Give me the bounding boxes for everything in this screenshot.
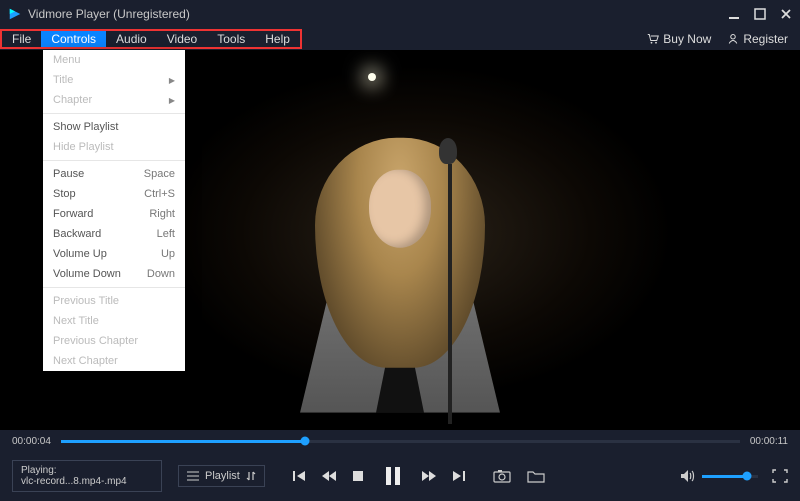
- menu-item-label: Next Chapter: [53, 355, 118, 367]
- menu-item-volume-down[interactable]: Volume Down Down: [43, 264, 185, 284]
- stop-button[interactable]: [351, 469, 365, 483]
- seek-bar[interactable]: [61, 440, 740, 443]
- menu-item-volume-up[interactable]: Volume Up Up: [43, 244, 185, 264]
- menubar-highlight-box: FileControlsAudioVideoToolsHelp: [0, 29, 302, 49]
- menu-item-label: Previous Chapter: [53, 335, 138, 347]
- menu-item-shortcut: Left: [157, 228, 175, 240]
- buy-now-button[interactable]: Buy Now: [647, 32, 711, 46]
- menu-item-previous-chapter: Previous Chapter: [43, 331, 185, 351]
- register-label: Register: [743, 32, 788, 46]
- menu-separator: [43, 113, 185, 114]
- cart-icon: [647, 33, 659, 45]
- sort-icon: [246, 471, 256, 481]
- chevron-right-icon: ▶: [169, 76, 175, 85]
- speaker-icon[interactable]: [680, 469, 696, 483]
- skip-next-button[interactable]: [451, 468, 467, 484]
- menu-item-pause[interactable]: Pause Space: [43, 164, 185, 184]
- menu-item-shortcut: Space: [144, 168, 175, 180]
- menu-item-label: Chapter: [53, 94, 92, 106]
- menu-item-label: Menu: [53, 54, 81, 66]
- open-file-button[interactable]: [527, 469, 545, 483]
- menu-file[interactable]: File: [2, 31, 41, 47]
- app-title: Vidmore Player (Unregistered): [28, 7, 728, 21]
- close-button[interactable]: [780, 8, 792, 20]
- menu-item-shortcut: Right: [149, 208, 175, 220]
- menu-separator: [43, 287, 185, 288]
- menu-item-shortcut: Down: [147, 268, 175, 280]
- controls-dropdown: Menu Title ▶ Chapter ▶ Show Playlist Hide Play…: [43, 50, 185, 371]
- controls-row: Playing: vlc-record...8.mp4-.mp4 Playlis…: [0, 452, 800, 500]
- playlist-label: Playlist: [205, 470, 240, 482]
- volume-slider[interactable]: [702, 475, 758, 478]
- menubar: FileControlsAudioVideoToolsHelp Buy Now …: [0, 28, 800, 50]
- menu-item-hide-playlist: Hide Playlist: [43, 137, 185, 157]
- menu-help[interactable]: Help: [255, 31, 300, 47]
- list-icon: [187, 471, 199, 481]
- menu-item-label: Forward: [53, 208, 93, 220]
- titlebar: Vidmore Player (Unregistered): [0, 0, 800, 28]
- fullscreen-button[interactable]: [772, 469, 788, 483]
- skip-prev-button[interactable]: [291, 468, 307, 484]
- menu-controls[interactable]: Controls: [41, 31, 106, 47]
- menu-item-shortcut: Ctrl+S: [144, 188, 175, 200]
- menu-item-menu: Menu: [43, 50, 185, 70]
- buy-now-label: Buy Now: [663, 32, 711, 46]
- transport-controls: [291, 462, 467, 490]
- snapshot-button[interactable]: [493, 469, 511, 483]
- maximize-button[interactable]: [754, 8, 766, 20]
- menu-video[interactable]: Video: [157, 31, 207, 47]
- fast-forward-button[interactable]: [421, 468, 437, 484]
- menu-item-label: Title: [53, 74, 73, 86]
- progress-row: 00:00:04 00:00:11: [0, 430, 800, 452]
- menu-item-title: Title ▶: [43, 70, 185, 90]
- menu-audio[interactable]: Audio: [106, 31, 157, 47]
- menu-item-label: Show Playlist: [53, 121, 118, 133]
- now-playing-filename: vlc-record...8.mp4-.mp4: [21, 476, 153, 487]
- menu-item-stop[interactable]: Stop Ctrl+S: [43, 184, 185, 204]
- time-current: 00:00:04: [12, 436, 51, 447]
- menu-item-previous-title: Previous Title: [43, 291, 185, 311]
- menu-tools[interactable]: Tools: [207, 31, 255, 47]
- now-playing-box: Playing: vlc-record...8.mp4-.mp4: [12, 460, 162, 492]
- menu-separator: [43, 160, 185, 161]
- menu-item-label: Pause: [53, 168, 84, 180]
- chevron-right-icon: ▶: [169, 96, 175, 105]
- minimize-button[interactable]: [728, 8, 740, 20]
- menu-item-label: Volume Down: [53, 268, 121, 280]
- menu-item-backward[interactable]: Backward Left: [43, 224, 185, 244]
- menu-item-label: Backward: [53, 228, 101, 240]
- pause-button[interactable]: [379, 462, 407, 490]
- menu-item-show-playlist[interactable]: Show Playlist: [43, 117, 185, 137]
- app-logo-icon: [8, 7, 22, 21]
- register-button[interactable]: Register: [727, 32, 788, 46]
- menu-item-chapter: Chapter ▶: [43, 90, 185, 110]
- menu-item-label: Previous Title: [53, 295, 119, 307]
- menu-item-label: Volume Up: [53, 248, 107, 260]
- menu-item-next-chapter: Next Chapter: [43, 351, 185, 371]
- person-icon: [727, 33, 739, 45]
- now-playing-label: Playing:: [21, 465, 153, 476]
- menu-item-label: Hide Playlist: [53, 141, 114, 153]
- time-total: 00:00:11: [750, 436, 788, 447]
- menu-item-next-title: Next Title: [43, 311, 185, 331]
- menu-item-label: Next Title: [53, 315, 99, 327]
- menu-item-shortcut: Up: [161, 248, 175, 260]
- menu-item-forward[interactable]: Forward Right: [43, 204, 185, 224]
- rewind-button[interactable]: [321, 468, 337, 484]
- playlist-button[interactable]: Playlist: [178, 465, 265, 487]
- menu-item-label: Stop: [53, 188, 76, 200]
- volume-control: [680, 469, 758, 483]
